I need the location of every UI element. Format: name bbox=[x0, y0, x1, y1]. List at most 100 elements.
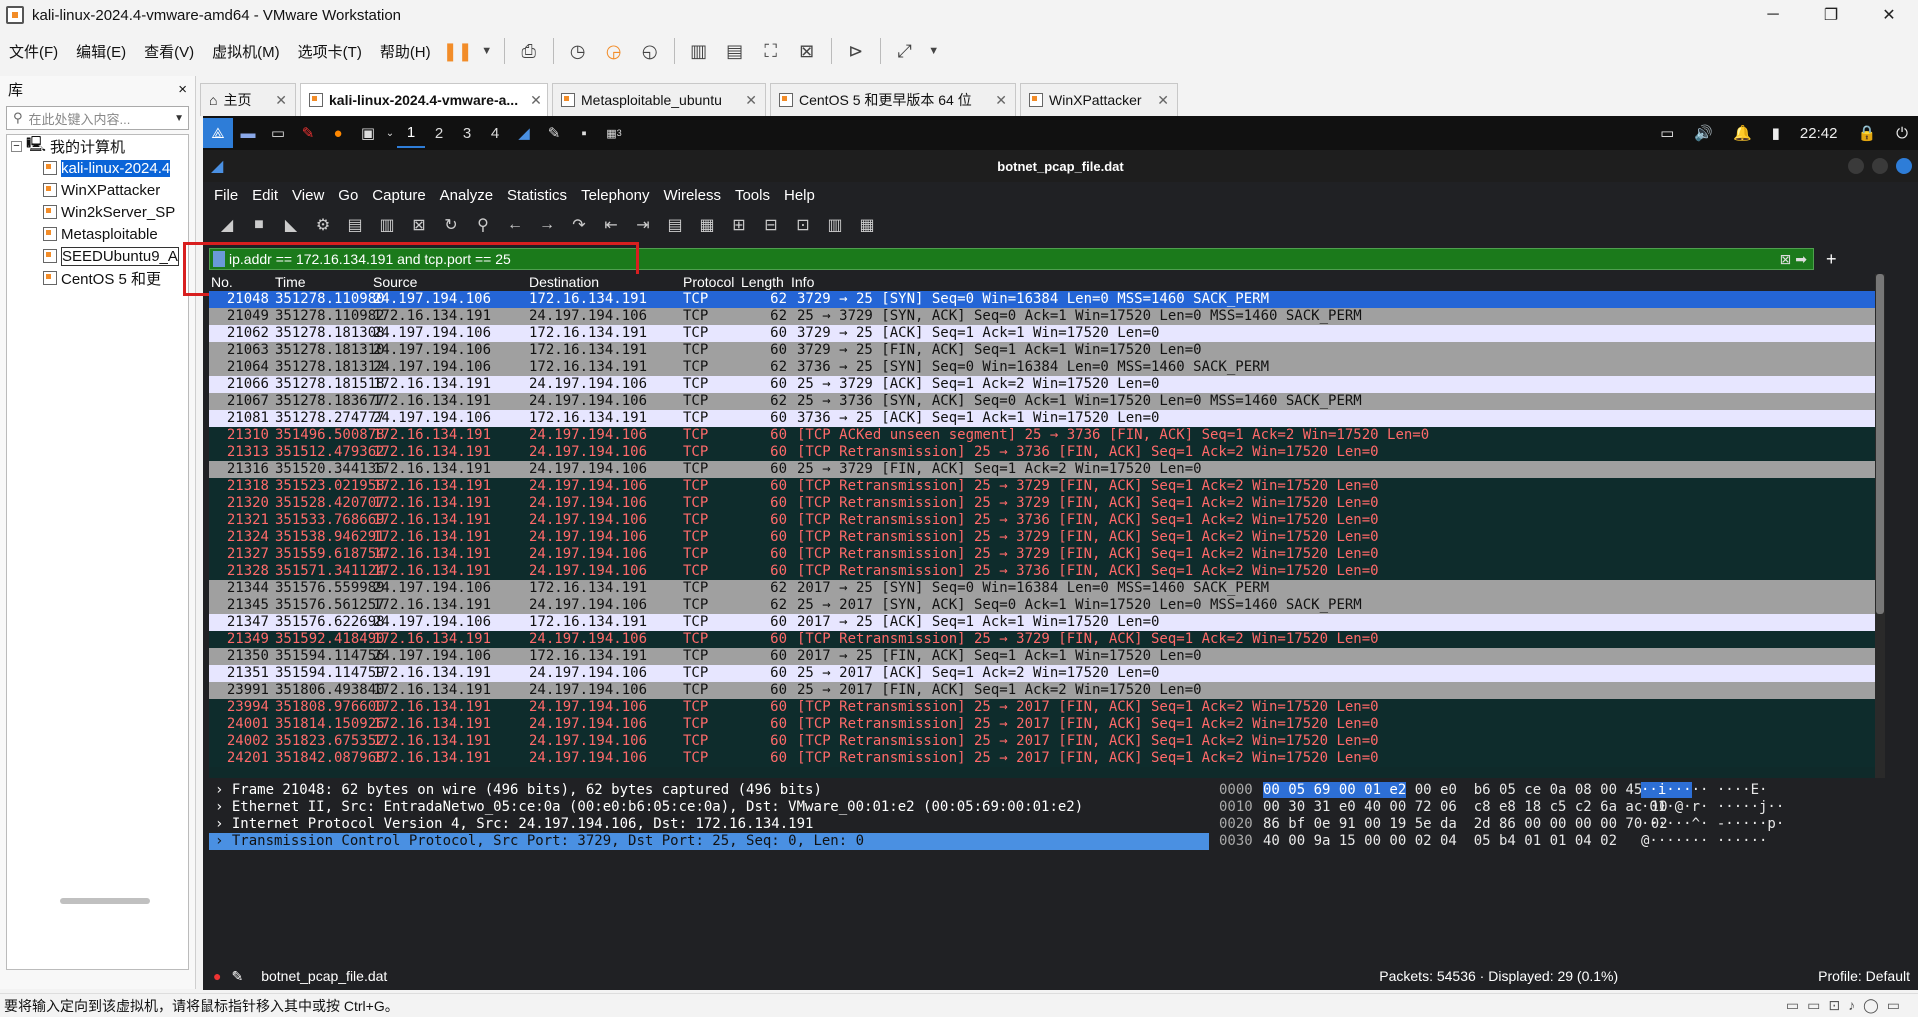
ws-menu-analyze[interactable]: Analyze bbox=[433, 187, 500, 204]
packet-row[interactable]: 21316 351520.344136 172.16.134.191 24.197.1… bbox=[209, 461, 1875, 478]
packet-row[interactable]: 24201 351842.087968 172.16.134.191 24.197.1… bbox=[209, 750, 1875, 767]
task-group-icon[interactable]: ▦ 3 bbox=[599, 118, 629, 148]
packet-row[interactable]: 21324 351538.946291 172.16.134.191 24.197.1… bbox=[209, 529, 1875, 546]
workspace-3[interactable]: 3 bbox=[453, 118, 481, 148]
bytes-hex-highlight[interactable]: 00 05 69 00 01 e2 bbox=[1263, 782, 1407, 798]
chevron-down-icon[interactable]: ▼ bbox=[927, 37, 941, 65]
col-length[interactable]: Length bbox=[741, 274, 784, 290]
packet-row[interactable]: 21064 351278.181312 24.197.194.106 172.16.1… bbox=[209, 359, 1875, 376]
bytes-ascii[interactable]: ·01·@·r· ·····j·· bbox=[1641, 799, 1784, 815]
minimize-button[interactable]: ─ bbox=[1744, 0, 1802, 30]
bytes-ascii-highlight[interactable]: ··i··· bbox=[1641, 782, 1692, 798]
menu-view[interactable]: 查看(V) bbox=[135, 41, 203, 62]
menu-help[interactable]: 帮助(H) bbox=[371, 41, 440, 62]
ws-menu-tools[interactable]: Tools bbox=[728, 187, 777, 204]
terminal-task-icon[interactable]: ▪ bbox=[569, 118, 599, 148]
packet-bytes[interactable]: 0000 00 05 69 00 01 e2 00 e0 b6 05 ce 0a 0… bbox=[1213, 782, 1913, 958]
ws-menu-telephony[interactable]: Telephony bbox=[574, 187, 656, 204]
packet-list-scrollbar[interactable] bbox=[1875, 274, 1885, 778]
open-file-icon[interactable]: ▤ bbox=[342, 212, 368, 238]
snapshot-icon[interactable]: ◷ bbox=[564, 37, 592, 65]
library-close-icon[interactable]: × bbox=[178, 81, 187, 98]
packet-row[interactable]: 23991 351806.493840 172.16.134.191 24.197.1… bbox=[209, 682, 1875, 699]
thumbnail-view-icon[interactable]: ▤ bbox=[721, 37, 749, 65]
go-to-packet-icon[interactable]: ↷ bbox=[566, 212, 592, 238]
tab-kali[interactable]: kali-linux-2024.4-vmware-a... ✕ bbox=[300, 83, 548, 116]
firefox-icon[interactable]: ● bbox=[323, 118, 353, 148]
packet-list[interactable]: No. Time Source Destination Protocol Len… bbox=[209, 274, 1875, 778]
col-info[interactable]: Info bbox=[791, 274, 814, 290]
packet-row[interactable]: 21067 351278.183677 172.16.134.191 24.197.1… bbox=[209, 393, 1875, 410]
expand-arrow-icon[interactable]: › bbox=[215, 782, 232, 798]
stop-capture-icon[interactable]: ■ bbox=[246, 212, 272, 238]
expand-arrow-icon[interactable]: › bbox=[215, 799, 232, 815]
menu-tabs[interactable]: 选项卡(T) bbox=[289, 41, 371, 62]
volume-icon[interactable]: 🔊 bbox=[1694, 124, 1713, 142]
ws-menu-file[interactable]: File bbox=[207, 187, 245, 204]
bytes-hex[interactable]: 40 00 9a 15 00 00 02 04 05 b4 01 01 04 0… bbox=[1263, 833, 1617, 849]
restart-capture-icon[interactable]: ◣ bbox=[278, 212, 304, 238]
ws-menu-view[interactable]: View bbox=[285, 187, 331, 204]
stretch-icon[interactable]: ⤢ bbox=[891, 37, 919, 65]
vm-console[interactable]: ⟁ ▬ ▭ ✎ ● ▣ ⌄ 1 2 3 4 ◢ ✎ ▪ ▦ 3 ▭ 🔊 🔔 ▮ 2… bbox=[183, 116, 1918, 990]
packet-row[interactable]: 23994 351808.976600 172.16.134.191 24.197.1… bbox=[209, 699, 1875, 716]
tree-item-seedubuntu[interactable]: SEEDUbuntu9_A bbox=[7, 245, 188, 267]
library-search-input[interactable]: ⚲ 在此处键入内容... ▼ bbox=[6, 106, 189, 130]
close-tab-icon[interactable]: ✕ bbox=[518, 92, 542, 109]
expand-arrow-icon[interactable]: › bbox=[215, 816, 232, 832]
clear-filter-icon[interactable]: ⊠ bbox=[1780, 251, 1792, 268]
go-forward-icon[interactable]: → bbox=[534, 212, 560, 238]
packet-row[interactable]: 21310 351496.500878 172.16.134.191 24.197.1… bbox=[209, 427, 1875, 444]
autoscroll-icon[interactable]: ▤ bbox=[662, 212, 688, 238]
menu-vm[interactable]: 虚拟机(M) bbox=[203, 41, 289, 62]
bytes-ascii[interactable]: ·· ····E· bbox=[1692, 782, 1768, 798]
detail-row[interactable]: › Internet Protocol Version 4, Src: 24.1… bbox=[209, 816, 1209, 833]
packet-row[interactable]: 21321 351533.768669 172.16.134.191 24.197.1… bbox=[209, 512, 1875, 529]
packet-row[interactable]: 21063 351278.181310 24.197.194.106 172.16.1… bbox=[209, 342, 1875, 359]
packet-row[interactable]: 21328 351571.341124 172.16.134.191 24.197.1… bbox=[209, 563, 1875, 580]
layout-icon[interactable]: ▦ bbox=[854, 212, 880, 238]
workspace-4[interactable]: 4 bbox=[481, 118, 509, 148]
library-horizontal-scrollbar[interactable] bbox=[60, 898, 150, 904]
tree-item-centos[interactable]: CentOS 5 和更 bbox=[7, 267, 188, 289]
apply-filter-icon[interactable]: ➡ bbox=[1795, 251, 1807, 268]
packet-row[interactable]: 21344 351576.559989 24.197.194.106 172.16.1… bbox=[209, 580, 1875, 597]
workspace-2[interactable]: 2 bbox=[425, 118, 453, 148]
close-tab-icon[interactable]: ✕ bbox=[1145, 92, 1169, 109]
col-protocol[interactable]: Protocol bbox=[683, 274, 734, 290]
detail-row[interactable]: › Frame 21048: 62 bytes on wire (496 bit… bbox=[209, 782, 1209, 799]
first-packet-icon[interactable]: ⇤ bbox=[598, 212, 624, 238]
ws-menu-statistics[interactable]: Statistics bbox=[500, 187, 574, 204]
ws-menu-help[interactable]: Help bbox=[777, 187, 822, 204]
close-file-icon[interactable]: ⊠ bbox=[406, 212, 432, 238]
snapshot-manager-icon[interactable]: ◵ bbox=[636, 37, 664, 65]
ws-menu-capture[interactable]: Capture bbox=[365, 187, 432, 204]
close-window-button[interactable]: ✕ bbox=[1860, 0, 1918, 30]
bytes-hex[interactable]: 00 e0 b6 05 ce 0a 08 00 45 00 bbox=[1415, 782, 1668, 798]
terminal-icon[interactable]: ▣ bbox=[353, 118, 383, 148]
start-capture-icon[interactable]: ◢ bbox=[214, 212, 240, 238]
library-view-icon[interactable]: ▥ bbox=[685, 37, 713, 65]
power-icon[interactable]: ⏻ bbox=[1896, 125, 1908, 142]
tree-item-metasploitable[interactable]: Metasploitable bbox=[7, 223, 188, 245]
packet-row[interactable]: 21349 351592.418490 172.16.134.191 24.197.1… bbox=[209, 631, 1875, 648]
col-no[interactable]: No. bbox=[211, 274, 269, 290]
battery-icon[interactable]: ▮ bbox=[1772, 124, 1780, 142]
tree-item-winxp[interactable]: WinXPattacker bbox=[7, 179, 188, 201]
ws-menu-edit[interactable]: Edit bbox=[245, 187, 285, 204]
capture-status-icon[interactable]: ● bbox=[213, 968, 221, 984]
packet-row[interactable]: 24002 351823.675352 172.16.134.191 24.197.1… bbox=[209, 733, 1875, 750]
tab-centos[interactable]: CentOS 5 和更早版本 64 位 ✕ bbox=[770, 83, 1016, 116]
maximize-button[interactable]: ❐ bbox=[1802, 0, 1860, 30]
revert-snapshot-icon[interactable]: ◶ bbox=[600, 37, 628, 65]
chevron-down-icon[interactable]: ▼ bbox=[174, 113, 184, 124]
ws-menu-wireless[interactable]: Wireless bbox=[656, 187, 728, 204]
packet-row[interactable]: 21081 351278.274777 24.197.194.106 172.16.1… bbox=[209, 410, 1875, 427]
chevron-down-icon[interactable]: ▼ bbox=[480, 37, 494, 65]
resize-columns-icon[interactable]: ▥ bbox=[822, 212, 848, 238]
zoom-in-icon[interactable]: ⊞ bbox=[726, 212, 752, 238]
detail-row[interactable]: › Transmission Control Protocol, Src Por… bbox=[209, 833, 1209, 850]
pause-icon[interactable]: ❚❚ bbox=[443, 37, 473, 65]
colorize-icon[interactable]: ▦ bbox=[694, 212, 720, 238]
tab-winxp[interactable]: WinXPattacker ✕ bbox=[1020, 83, 1178, 116]
